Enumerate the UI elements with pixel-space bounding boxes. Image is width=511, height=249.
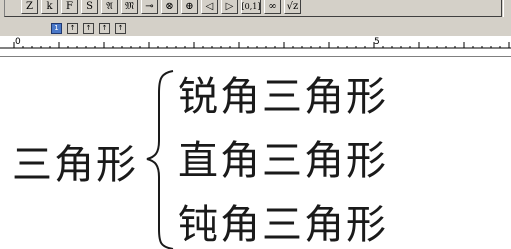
circled-times-icon[interactable]: ⊗: [161, 0, 178, 14]
item-right: 直角三角形: [178, 138, 388, 184]
tab-center-icon[interactable]: ↑: [67, 23, 78, 34]
script-s-icon[interactable]: S: [81, 0, 98, 14]
right-triangle-icon[interactable]: ▷: [221, 0, 238, 14]
ruler-ticks: [0, 42, 511, 49]
infinity-icon[interactable]: ∞: [264, 0, 281, 14]
ruler-mark-five: 5: [374, 37, 380, 47]
script-f-icon[interactable]: F: [61, 0, 78, 14]
symbol-palette-bar: Zk F S 𝔄 𝔐 ⊸ ⊗ ⊕ ◁ ▷ [0,1] ∞ √z: [4, 0, 502, 17]
left-brace: [146, 70, 174, 249]
fraktur-a-icon[interactable]: 𝔄: [101, 0, 118, 14]
item-obtuse: 钝角三角形: [178, 202, 388, 248]
double-struck-z-icon[interactable]: Z: [21, 0, 38, 14]
kappa-icon[interactable]: k: [41, 0, 58, 14]
tab-decimal-icon[interactable]: ↑: [99, 23, 110, 34]
tab-right-icon[interactable]: ↑: [83, 23, 94, 34]
tab-toolbar: 1 ↑ ↑ ↑ ↑: [0, 20, 511, 37]
tab-left-icon[interactable]: 1: [51, 23, 62, 34]
document-area[interactable]: 三角形 锐角三角形 直角三角形 钝角三角形: [0, 57, 511, 249]
sqrt-icon[interactable]: √z: [284, 0, 301, 14]
palette-edge: [503, 0, 511, 17]
fraktur-m-icon[interactable]: 𝔐: [121, 0, 138, 14]
tab-bar-icon[interactable]: ↑: [115, 23, 126, 34]
ruler: 0 5: [0, 36, 511, 57]
ruler-mark-start: 0: [15, 37, 21, 47]
left-triangle-icon[interactable]: ◁: [201, 0, 218, 14]
symbol-palette: Zk F S 𝔄 𝔐 ⊸ ⊗ ⊕ ◁ ▷ [0,1] ∞ √z: [0, 0, 511, 20]
item-acute: 锐角三角形: [178, 74, 388, 120]
circled-plus-icon[interactable]: ⊕: [181, 0, 198, 14]
main-term: 三角形: [12, 142, 138, 188]
multimap-icon[interactable]: ⊸: [141, 0, 158, 14]
interval-icon[interactable]: [0,1]: [241, 0, 261, 14]
